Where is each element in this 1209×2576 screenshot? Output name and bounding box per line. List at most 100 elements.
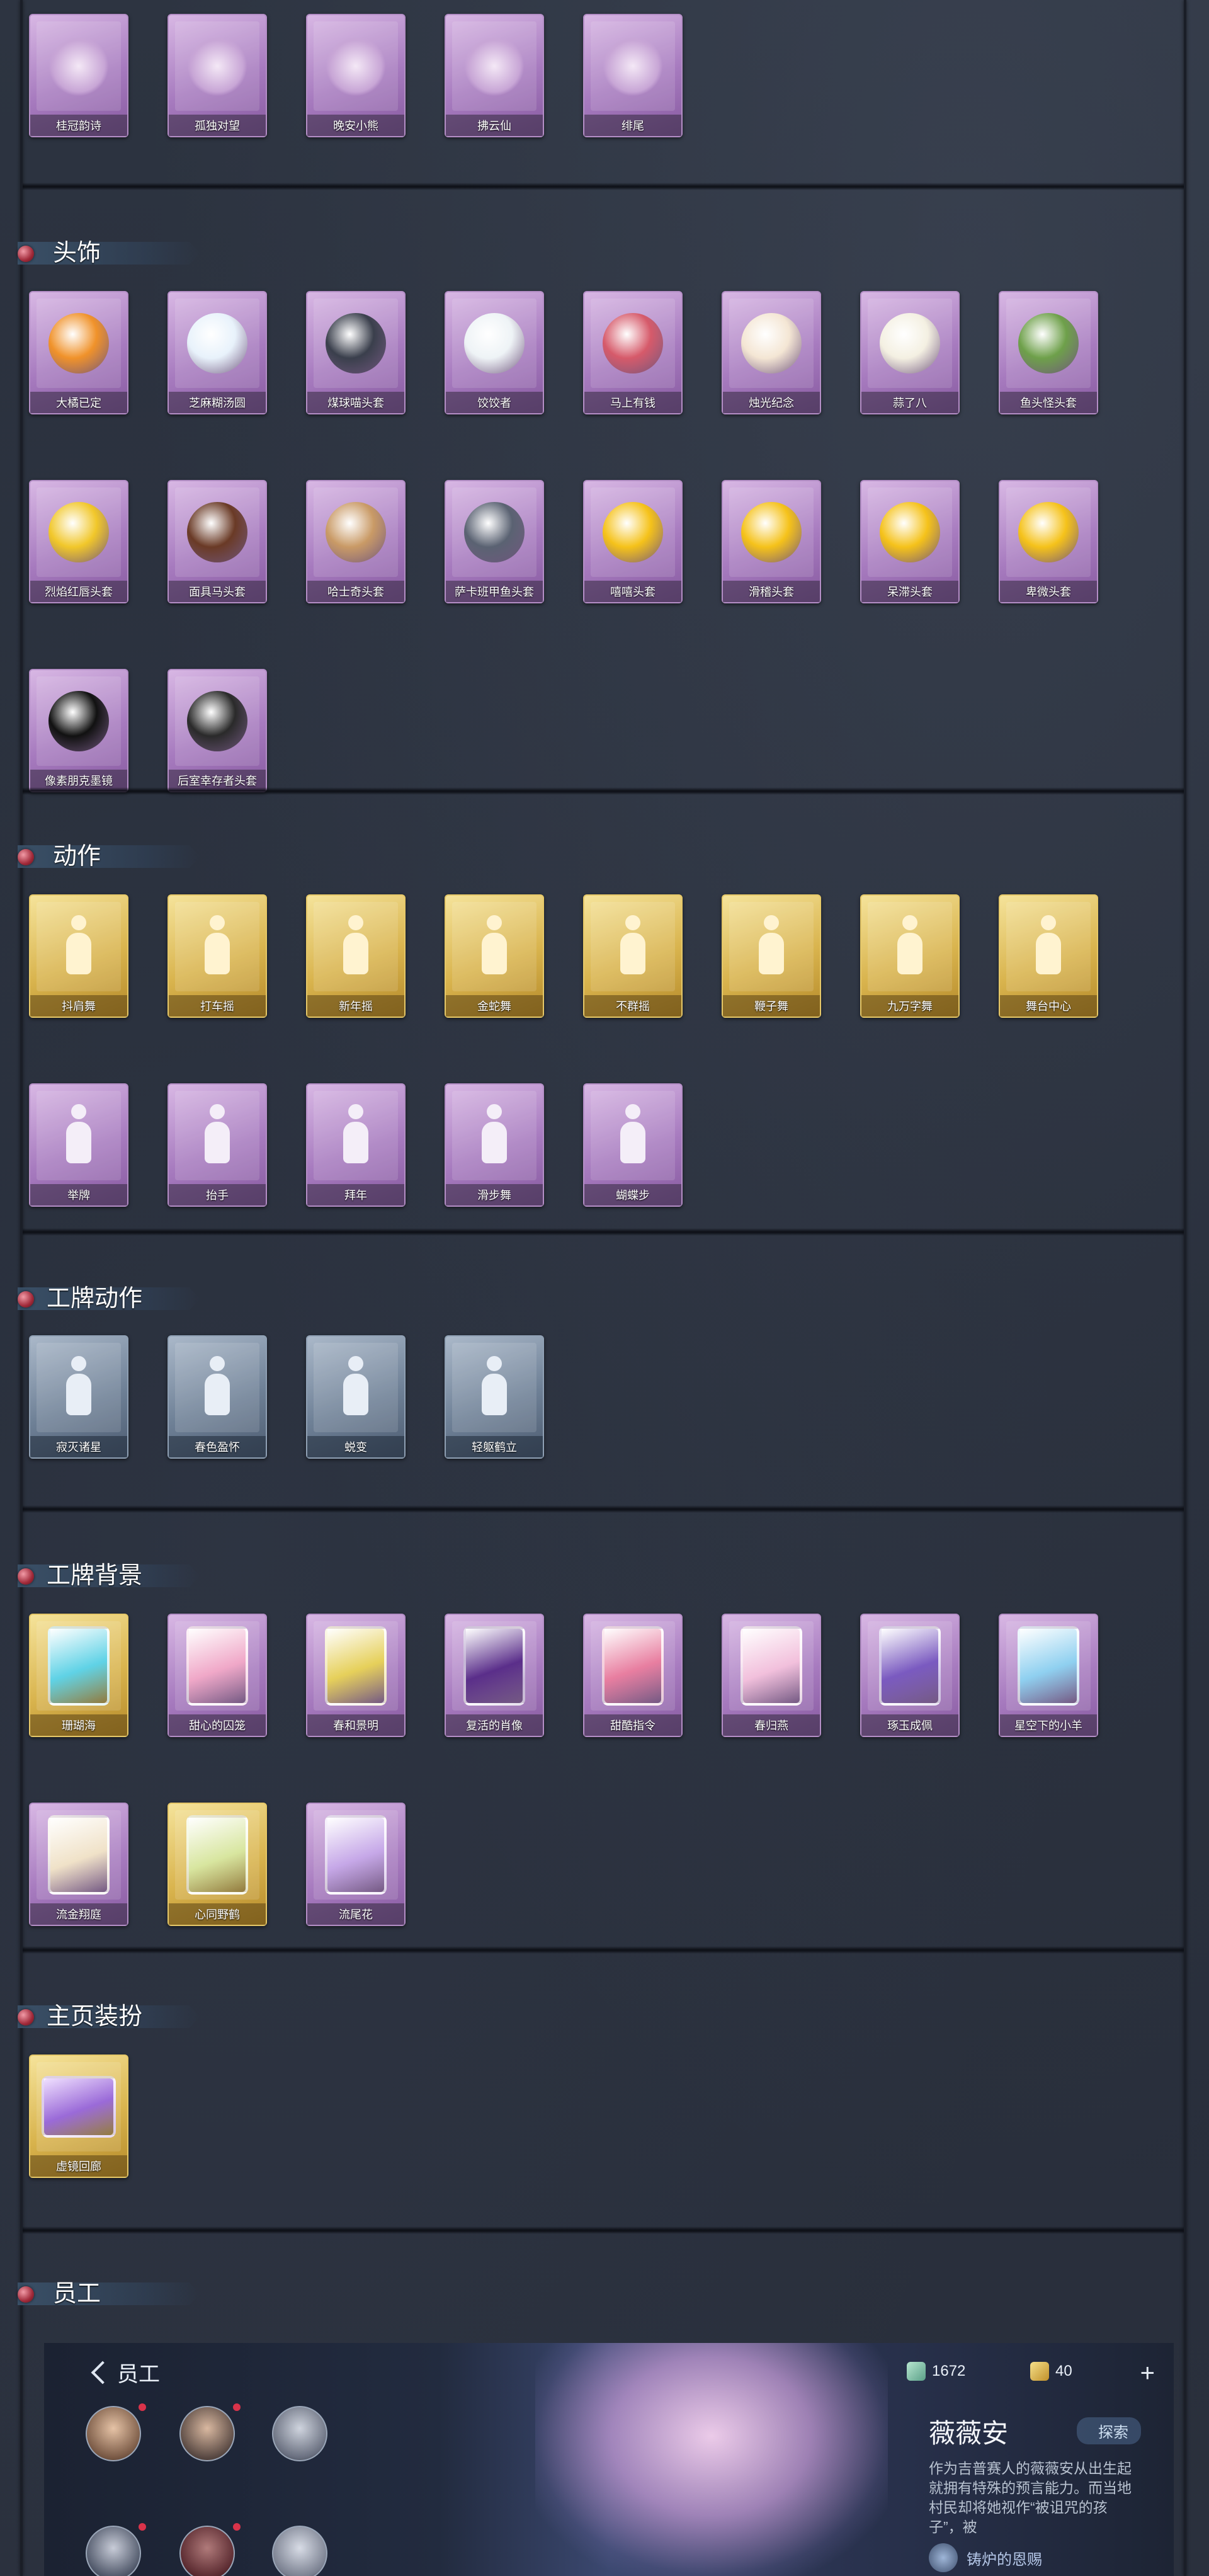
pendant-card[interactable]: 桂冠韵诗	[29, 14, 128, 137]
humble-emoji-head-icon	[1018, 502, 1079, 562]
badge-background-card[interactable]: 珊瑚海	[29, 1614, 128, 1737]
back-button[interactable]: 员工	[91, 2357, 160, 2388]
staff-avatar[interactable]	[86, 2526, 141, 2576]
currency-gold: 40	[1030, 2362, 1072, 2381]
card-thumbnail	[729, 902, 814, 991]
headwear-card[interactable]: 嘻嘻头套	[583, 480, 683, 603]
headwear-card[interactable]: 煤球喵头套	[306, 291, 406, 414]
staff-avatar[interactable]	[272, 2526, 327, 2576]
action-card[interactable]: 九万字舞	[860, 894, 960, 1018]
headwear-card[interactable]: 哈士奇头套	[306, 480, 406, 603]
card-label: 新年摇	[339, 1000, 373, 1013]
headwear-card[interactable]: 卑微头套	[999, 480, 1098, 603]
add-currency-button[interactable]: +	[1140, 2359, 1155, 2388]
staff-avatar[interactable]	[86, 2406, 141, 2461]
badge-background-card[interactable]: 流金翔庭	[29, 1803, 128, 1926]
action-card[interactable]: 舞台中心	[999, 894, 1098, 1018]
badge-frame-icon	[879, 1626, 941, 1706]
headwear-card[interactable]: 芝麻糊汤圆	[167, 291, 267, 414]
badge-background-card[interactable]: 琢玉成佩	[860, 1614, 960, 1737]
chevron-left-icon	[91, 2361, 115, 2384]
card-thumbnail	[591, 902, 675, 991]
section-title: 员工	[53, 2281, 101, 2307]
pendant-card[interactable]: 孤独对望	[167, 14, 267, 137]
action-card[interactable]: 打车摇	[167, 894, 267, 1018]
headwear-card[interactable]: 烈焰红唇头套	[29, 480, 128, 603]
action-card[interactable]: 新年摇	[306, 894, 406, 1018]
card-label-bar: 大橘已定	[30, 392, 127, 413]
action-card[interactable]: 鞭子舞	[722, 894, 821, 1018]
card-label-bar: 马上有钱	[584, 392, 681, 413]
badge-background-card[interactable]: 流尾花	[306, 1803, 406, 1926]
action-card[interactable]: 金蛇舞	[445, 894, 544, 1018]
headwear-card[interactable]: 像素朋克墨镜	[29, 669, 128, 792]
headwear-card[interactable]: 鱼头怪头套	[999, 291, 1098, 414]
card-label: 蜕变	[344, 1441, 367, 1454]
pikachu-head-icon	[48, 502, 109, 562]
badge-background-card[interactable]: 春归燕	[722, 1614, 821, 1737]
action-card[interactable]: 抖肩舞	[29, 894, 128, 1018]
action-card[interactable]: 蝴蝶步	[583, 1083, 683, 1207]
headwear-card[interactable]: 蒜了八	[860, 291, 960, 414]
badge-background-card[interactable]: 心同野鹤	[167, 1803, 267, 1926]
card-label: 轻躯鹤立	[472, 1441, 517, 1454]
card-label-bar: 桂冠韵诗	[30, 115, 127, 136]
action-card[interactable]: 举牌	[29, 1083, 128, 1207]
staff-avatar[interactable]	[272, 2406, 327, 2461]
pendant-card[interactable]: 晚安小熊	[306, 14, 406, 137]
badge-action-card[interactable]: 蜕变	[306, 1335, 406, 1459]
card-thumbnail	[37, 1091, 121, 1180]
dancer-silhouette-icon	[474, 1104, 514, 1167]
headwear-card[interactable]: 马上有钱	[583, 291, 683, 414]
homepage-decor-card[interactable]: 虚镜回廊	[29, 2055, 128, 2178]
card-thumbnail	[729, 299, 814, 388]
pendant-card[interactable]: 绯尾	[583, 14, 683, 137]
card-label: 饺饺者	[477, 397, 511, 409]
badge-background-card[interactable]: 星空下的小羊	[999, 1614, 1098, 1737]
badge-action-card[interactable]: 轻躯鹤立	[445, 1335, 544, 1459]
card-label: 滑步舞	[477, 1189, 511, 1202]
section-header-badge-backgrounds: 工牌背景	[18, 1562, 207, 1590]
explore-button[interactable]: 探索	[1077, 2417, 1141, 2444]
card-label: 面具马头套	[189, 586, 246, 598]
talent-entry[interactable]: 铸炉的恩赐	[929, 2543, 1042, 2572]
section-tag	[18, 2282, 200, 2305]
headwear-card[interactable]: 后室幸存者头套	[167, 669, 267, 792]
card-thumbnail	[175, 1091, 259, 1180]
staff-avatar[interactable]	[179, 2406, 235, 2461]
pendant-card[interactable]: 拂云仙	[445, 14, 544, 137]
headwear-card[interactable]: 大橘已定	[29, 291, 128, 414]
gem-icon	[18, 849, 34, 865]
badge-background-card[interactable]: 甜心的囚笼	[167, 1614, 267, 1737]
card-label: 心同野鹤	[195, 1908, 240, 1921]
badge-background-card[interactable]: 春和景明	[306, 1614, 406, 1737]
headwear-card[interactable]: 饺饺者	[445, 291, 544, 414]
card-thumbnail	[314, 902, 398, 991]
card-label-bar: 煤球喵头套	[307, 392, 404, 413]
headwear-card[interactable]: 萨卡班甲鱼头套	[445, 480, 544, 603]
card-label: 珊瑚海	[62, 1719, 96, 1732]
badge-background-card[interactable]: 甜酷指令	[583, 1614, 683, 1737]
badge-frame-icon	[186, 1626, 248, 1706]
dancer-silhouette-icon	[890, 915, 930, 978]
badge-action-card[interactable]: 寂灭诸星	[29, 1335, 128, 1459]
headwear-card[interactable]: 面具马头套	[167, 480, 267, 603]
staff-avatar[interactable]	[179, 2526, 235, 2576]
headwear-card[interactable]: 滑稽头套	[722, 480, 821, 603]
card-label-bar: 甜酷指令	[584, 1714, 681, 1736]
action-card[interactable]: 抬手	[167, 1083, 267, 1207]
action-card[interactable]: 拜年	[306, 1083, 406, 1207]
card-thumbnail	[37, 1343, 121, 1432]
headwear-card[interactable]: 呆滞头套	[860, 480, 960, 603]
action-card[interactable]: 不群摇	[583, 894, 683, 1018]
badge-background-card[interactable]: 复活的肖像	[445, 1614, 544, 1737]
card-label-bar: 抖肩舞	[30, 995, 127, 1017]
dancer-silhouette-icon	[1028, 915, 1069, 978]
action-card[interactable]: 滑步舞	[445, 1083, 544, 1207]
gem-icon	[18, 1568, 34, 1585]
dancer-silhouette-icon	[613, 915, 653, 978]
headwear-card[interactable]: 烛光纪念	[722, 291, 821, 414]
badge-action-card[interactable]: 春色盈怀	[167, 1335, 267, 1459]
card-thumbnail	[314, 1621, 398, 1711]
card-label-bar: 金蛇舞	[446, 995, 543, 1017]
